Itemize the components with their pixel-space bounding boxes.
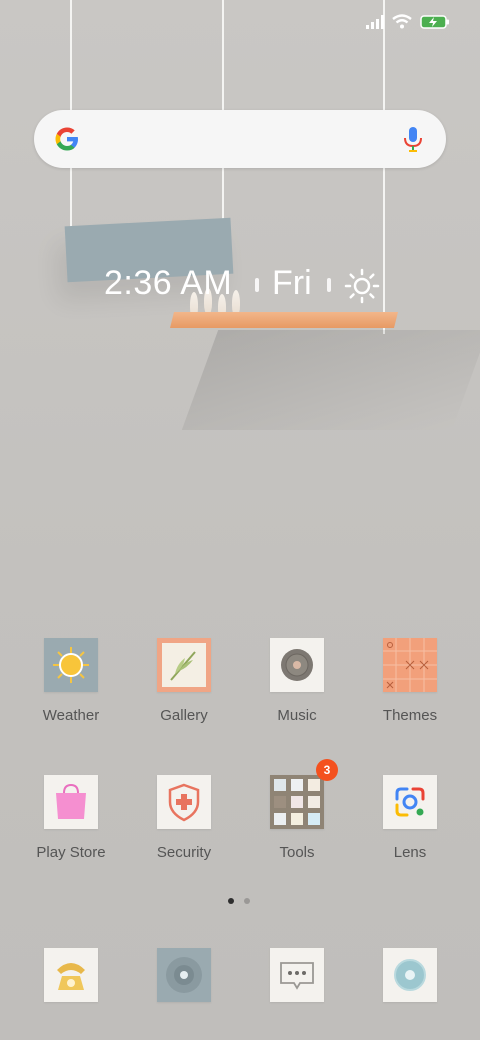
dock-phone[interactable] [16,948,126,1002]
dock-messages[interactable] [242,948,352,1002]
weather-sun-icon[interactable] [344,268,380,304]
page-dot-active[interactable] [228,898,234,904]
wifi-icon [392,14,412,29]
page-indicator [228,898,250,904]
google-search-bar[interactable] [34,110,446,168]
browser-icon [383,948,437,1002]
app-weather[interactable]: Weather [16,638,126,724]
signal-icon [366,14,384,29]
battery-charging-icon [420,14,449,29]
clock-separator [255,278,259,292]
lens-icon [383,775,437,829]
app-music[interactable]: Music [242,638,352,724]
messages-icon [270,948,324,1002]
page-dot[interactable] [244,898,250,904]
app-label: Tools [279,844,315,861]
gallery-icon [157,638,211,692]
app-label: Play Store [36,844,106,861]
app-label: Lens [393,844,427,861]
clock-day[interactable]: Fri [272,264,312,303]
app-security[interactable]: Security [129,775,239,861]
camera-icon [157,948,211,1002]
themes-icon [383,638,437,692]
google-g-icon [55,127,78,151]
dock-browser[interactable] [355,948,465,1002]
weather-icon [44,638,98,692]
clock-time[interactable]: 2:36 AM [104,264,232,303]
tools-folder-icon: 3 [270,759,338,829]
wallpaper-shelf-shadow [181,330,480,430]
app-gallery[interactable]: Gallery [129,638,239,724]
play-store-bag-icon [44,775,98,829]
app-lens[interactable]: Lens [355,775,465,861]
app-label: Music [277,707,317,724]
app-label: Gallery [160,707,208,724]
music-icon [270,638,324,692]
app-tools-folder[interactable]: 3 Tools [242,759,352,861]
mic-icon[interactable] [402,125,424,153]
phone-icon [44,948,98,1002]
clock-separator [327,278,331,292]
app-themes[interactable]: Themes [355,638,465,724]
status-bar [366,14,450,29]
security-shield-icon [157,775,211,829]
dock-camera[interactable] [129,948,239,1002]
notification-badge: 3 [316,759,338,781]
app-play-store[interactable]: Play Store [16,775,126,861]
app-label: Security [156,844,212,861]
app-label: Themes [382,707,438,724]
app-label: Weather [42,707,100,724]
wallpaper-shelf [170,312,398,328]
